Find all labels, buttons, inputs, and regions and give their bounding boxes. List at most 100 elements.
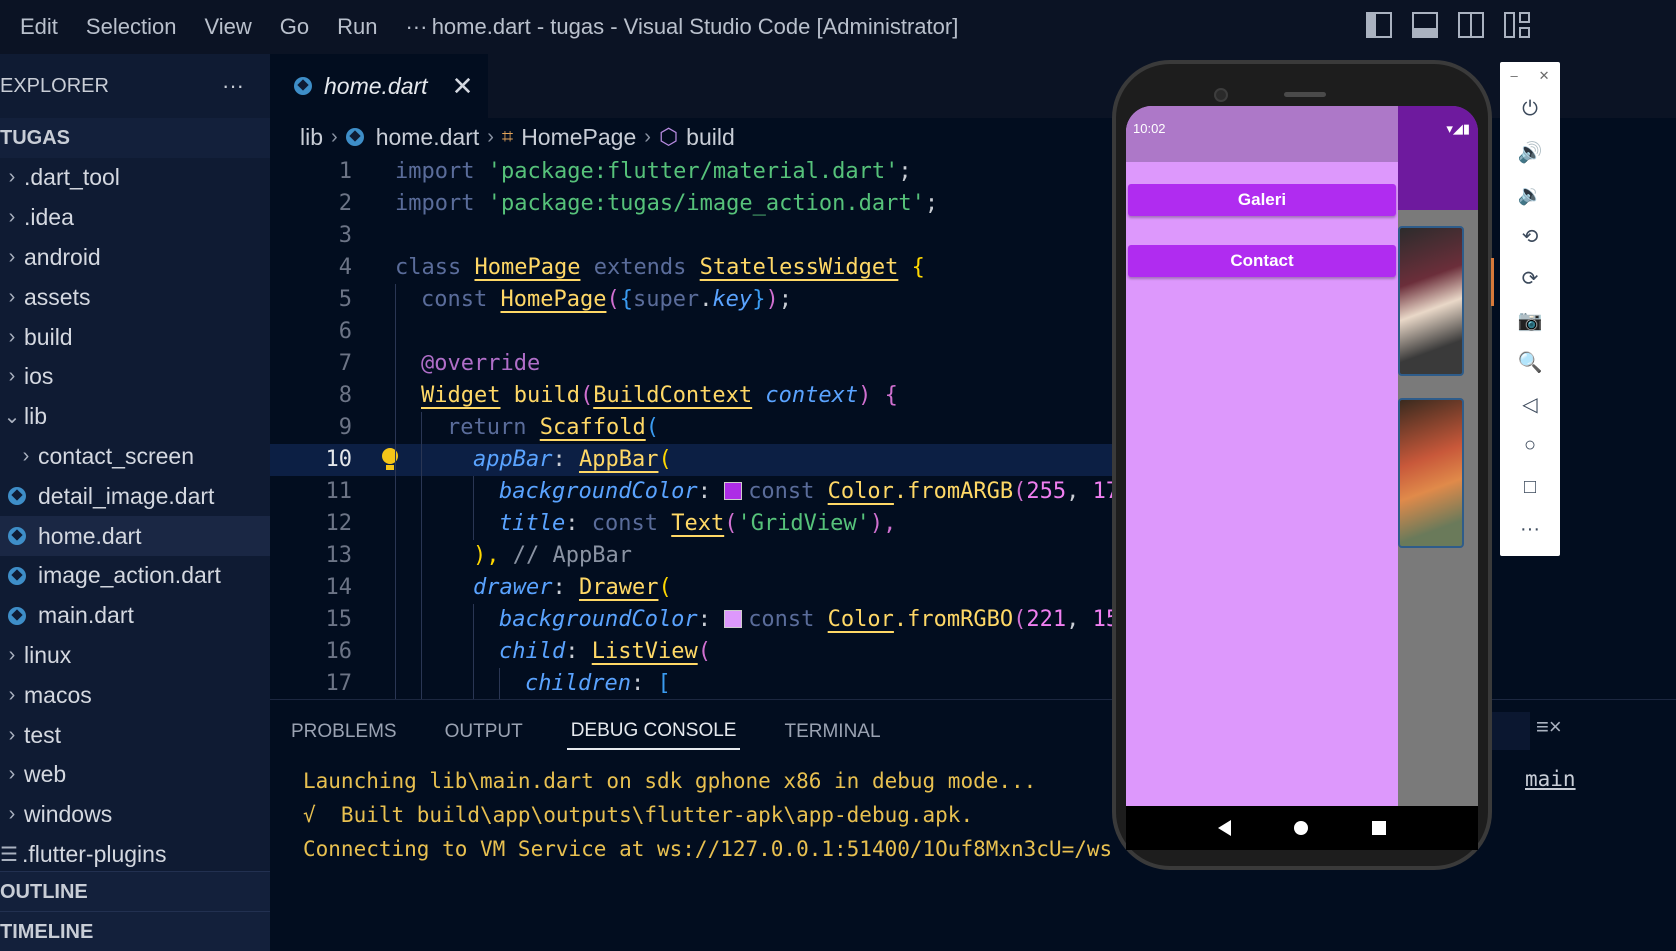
breadcrumb-lib[interactable]: lib xyxy=(300,124,323,151)
phone-screen[interactable]: 10:02 Galeri Contact ▾◢▮ xyxy=(1126,106,1478,806)
console-source-link[interactable]: main xyxy=(1525,767,1576,791)
tree-file-home[interactable]: home.dart xyxy=(0,516,270,556)
tab-output[interactable]: OUTPUT xyxy=(441,715,527,749)
line-number: 3 xyxy=(338,223,352,248)
token: ( xyxy=(1013,607,1027,632)
line-number: 9 xyxy=(338,415,352,440)
more-options-icon[interactable]: ··· xyxy=(1500,518,1560,541)
color-swatch[interactable] xyxy=(724,482,743,500)
tree-label: home.dart xyxy=(38,522,142,549)
rotate-right-icon[interactable]: ⟳ xyxy=(1500,266,1560,291)
explorer-more-button[interactable]: ··· xyxy=(222,73,244,99)
contact-button[interactable]: Contact xyxy=(1128,245,1396,277)
home-icon[interactable]: ○ xyxy=(1500,434,1560,457)
breadcrumb-class[interactable]: HomePage xyxy=(521,124,636,151)
token: . xyxy=(699,287,713,312)
outline-section-title[interactable]: OUTLINE xyxy=(0,871,270,911)
minimize-icon[interactable]: – xyxy=(1510,68,1517,84)
token: key xyxy=(712,287,753,312)
tree-folder-lib[interactable]: ⌄ lib xyxy=(0,397,270,437)
tree-folder-assets[interactable]: › assets xyxy=(0,277,270,317)
color-swatch[interactable] xyxy=(724,610,743,628)
grid-image-food[interactable] xyxy=(1398,398,1464,548)
tree-folder-android[interactable]: › android xyxy=(0,238,270,278)
clear-console-icon[interactable]: ≡× xyxy=(1536,714,1562,740)
token: [ xyxy=(657,671,671,696)
chevron-right-icon: › xyxy=(8,803,16,826)
token: 'package:flutter/material.dart' xyxy=(487,159,899,184)
tree-folder-linux[interactable]: › linux xyxy=(0,636,270,676)
status-bar: 10:02 xyxy=(1126,106,1398,162)
menu-view[interactable]: View xyxy=(190,0,265,54)
tree-folder-ios[interactable]: › ios xyxy=(0,357,270,397)
tab-home-dart[interactable]: home.dart ✕ xyxy=(270,54,488,118)
rotate-left-icon[interactable]: ⟲ xyxy=(1500,224,1560,249)
token: const xyxy=(591,511,658,536)
token: : xyxy=(565,639,579,664)
code-editor[interactable]: 1 import 'package:flutter/material.dart';… xyxy=(270,156,1200,752)
menu-selection[interactable]: Selection xyxy=(72,0,191,54)
token: const xyxy=(748,479,815,504)
chevron-right-icon: › xyxy=(8,166,16,189)
token: Drawer xyxy=(578,575,659,600)
power-icon[interactable]: ⏻ xyxy=(1500,98,1560,121)
toggle-secondary-sidebar-icon[interactable] xyxy=(1458,12,1484,38)
tree-label: .idea xyxy=(24,204,74,231)
home-icon[interactable] xyxy=(1294,821,1309,835)
tab-terminal[interactable]: TERMINAL xyxy=(780,715,884,749)
tree-folder-test[interactable]: › test xyxy=(0,715,270,755)
close-icon[interactable]: ✕ xyxy=(1539,68,1550,84)
explorer-header: EXPLORER ··· xyxy=(0,54,270,118)
code-line-4: 4 class HomePage extends StatelessWidget … xyxy=(270,252,1200,284)
back-icon[interactable]: ◁ xyxy=(1500,392,1560,417)
console-filter-input[interactable] xyxy=(1490,712,1530,750)
zoom-icon[interactable]: 🔍 xyxy=(1500,350,1560,375)
token: class xyxy=(395,255,462,280)
galeri-button[interactable]: Galeri xyxy=(1128,184,1396,216)
token: ( xyxy=(658,447,672,472)
breadcrumb-separator: › xyxy=(331,125,338,148)
breadcrumb-method[interactable]: build xyxy=(686,124,735,151)
dart-file-icon xyxy=(8,606,26,625)
tree-file-image-action[interactable]: image_action.dart xyxy=(0,556,270,596)
project-section-title[interactable]: TUGAS xyxy=(0,118,270,158)
tree-label: build xyxy=(24,323,73,350)
tree-folder-contact-screen[interactable]: › contact_screen xyxy=(0,437,270,477)
tree-folder-idea[interactable]: › .idea xyxy=(0,198,270,238)
line-number: 12 xyxy=(325,511,353,536)
close-icon[interactable]: ✕ xyxy=(452,71,474,102)
menu-edit[interactable]: Edit xyxy=(0,0,72,54)
emulator-window-controls: – ✕ xyxy=(1500,68,1560,84)
tab-problems[interactable]: PROBLEMS xyxy=(287,715,401,749)
timeline-section-title[interactable]: TIMELINE xyxy=(0,911,270,951)
tree-file-detail-image[interactable]: detail_image.dart xyxy=(0,476,270,516)
token: { xyxy=(911,255,925,280)
tree-file-main[interactable]: main.dart xyxy=(0,596,270,636)
line-number: 1 xyxy=(338,159,352,184)
screenshot-icon[interactable]: 📷 xyxy=(1500,308,1560,333)
tree-file-flutter-plugins[interactable]: ☰ .flutter-plugins xyxy=(0,835,270,875)
menu-run[interactable]: Run xyxy=(323,0,391,54)
tree-folder-windows[interactable]: › windows xyxy=(0,795,270,835)
tree-folder-dart-tool[interactable]: › .dart_tool xyxy=(0,158,270,198)
volume-up-icon[interactable]: 🔊 xyxy=(1500,140,1560,165)
code-line-5: 5 const HomePage({super.key}); xyxy=(270,284,1200,316)
tree-folder-macos[interactable]: › macos xyxy=(0,675,270,715)
dart-file-icon xyxy=(8,487,26,506)
menu-more[interactable]: ··· xyxy=(391,0,441,54)
grid-image-cake[interactable] xyxy=(1398,226,1464,376)
tab-debug-console[interactable]: DEBUG CONSOLE xyxy=(566,714,741,750)
overview-icon[interactable]: □ xyxy=(1500,476,1560,499)
back-icon[interactable] xyxy=(1217,820,1231,836)
tree-folder-build[interactable]: › build xyxy=(0,317,270,357)
recents-icon[interactable] xyxy=(1372,821,1387,835)
toggle-primary-sidebar-icon[interactable] xyxy=(1366,12,1392,38)
breadcrumb-file[interactable]: home.dart xyxy=(376,124,480,151)
customize-layout-icon[interactable] xyxy=(1504,12,1530,38)
volume-down-icon[interactable]: 🔉 xyxy=(1500,182,1560,207)
tree-folder-web[interactable]: › web xyxy=(0,755,270,795)
menu-go[interactable]: Go xyxy=(266,0,323,54)
tree-label: main.dart xyxy=(38,602,134,629)
toggle-panel-icon[interactable] xyxy=(1412,12,1438,38)
token: 255 xyxy=(1026,479,1067,504)
